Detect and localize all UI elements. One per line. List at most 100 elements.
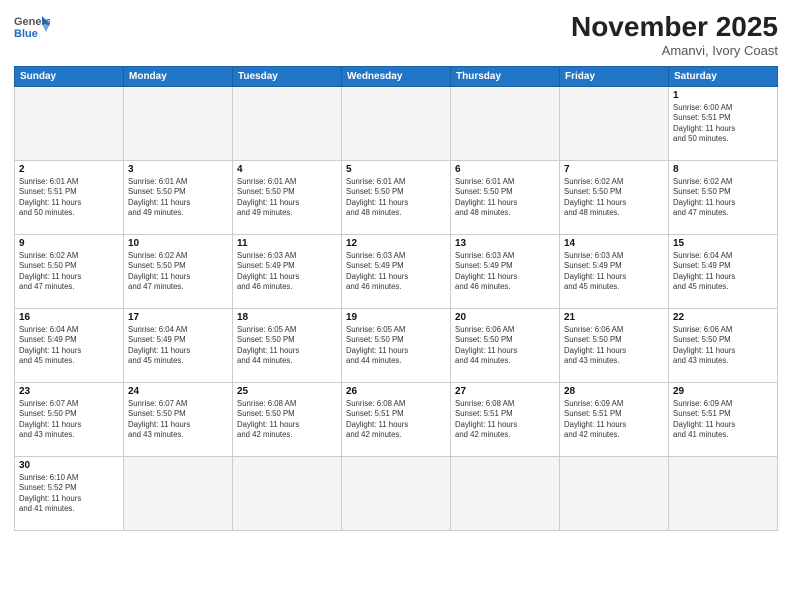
week-row-2: 9Sunrise: 6:02 AM Sunset: 5:50 PM Daylig…	[15, 234, 778, 308]
day-info: Sunrise: 6:09 AM Sunset: 5:51 PM Dayligh…	[564, 399, 664, 441]
day-info: Sunrise: 6:01 AM Sunset: 5:50 PM Dayligh…	[455, 177, 555, 219]
day-info: Sunrise: 6:08 AM Sunset: 5:50 PM Dayligh…	[237, 399, 337, 441]
day-info: Sunrise: 6:01 AM Sunset: 5:50 PM Dayligh…	[237, 177, 337, 219]
week-row-5: 30 Sunrise: 6:10 AM Sunset: 5:52 PM Dayli…	[15, 456, 778, 530]
day-number: 12	[346, 238, 446, 249]
calendar-cell: 5 Sunrise: 6:01 AM Sunset: 5:50 PM Daylig…	[342, 160, 451, 234]
header-day-saturday: Saturday	[669, 66, 778, 86]
calendar-cell: 9Sunrise: 6:02 AM Sunset: 5:50 PM Daylig…	[15, 234, 124, 308]
calendar-cell: 18Sunrise: 6:05 AM Sunset: 5:50 PM Dayli…	[233, 308, 342, 382]
day-info: Sunrise: 6:03 AM Sunset: 5:49 PM Dayligh…	[455, 251, 555, 293]
calendar-cell	[233, 86, 342, 160]
calendar-cell	[451, 86, 560, 160]
day-info: Sunrise: 6:06 AM Sunset: 5:50 PM Dayligh…	[455, 325, 555, 367]
day-number: 28	[564, 386, 664, 397]
day-info: Sunrise: 6:02 AM Sunset: 5:50 PM Dayligh…	[128, 251, 228, 293]
day-info: Sunrise: 6:04 AM Sunset: 5:49 PM Dayligh…	[19, 325, 119, 367]
day-number: 15	[673, 238, 773, 249]
header-day-friday: Friday	[560, 66, 669, 86]
calendar-cell: 15Sunrise: 6:04 AM Sunset: 5:49 PM Dayli…	[669, 234, 778, 308]
header-row: SundayMondayTuesdayWednesdayThursdayFrid…	[15, 66, 778, 86]
calendar-cell	[669, 456, 778, 530]
day-info: Sunrise: 6:05 AM Sunset: 5:50 PM Dayligh…	[346, 325, 446, 367]
day-number: 20	[455, 312, 555, 323]
header-day-monday: Monday	[124, 66, 233, 86]
logo-icon: General Blue	[14, 12, 50, 40]
day-info: Sunrise: 6:03 AM Sunset: 5:49 PM Dayligh…	[564, 251, 664, 293]
calendar-cell: 12Sunrise: 6:03 AM Sunset: 5:49 PM Dayli…	[342, 234, 451, 308]
day-number: 5	[346, 164, 446, 175]
day-number: 29	[673, 386, 773, 397]
day-info: Sunrise: 6:09 AM Sunset: 5:51 PM Dayligh…	[673, 399, 773, 441]
calendar-cell: 22Sunrise: 6:06 AM Sunset: 5:50 PM Dayli…	[669, 308, 778, 382]
calendar-cell: 14Sunrise: 6:03 AM Sunset: 5:49 PM Dayli…	[560, 234, 669, 308]
month-title: November 2025	[571, 12, 778, 43]
calendar-cell: 3 Sunrise: 6:01 AM Sunset: 5:50 PM Daylig…	[124, 160, 233, 234]
calendar-cell: 30 Sunrise: 6:10 AM Sunset: 5:52 PM Dayli…	[15, 456, 124, 530]
day-info: Sunrise: 6:01 AM Sunset: 5:50 PM Dayligh…	[346, 177, 446, 219]
day-number: 6	[455, 164, 555, 175]
day-info: Sunrise: 6:02 AM Sunset: 5:50 PM Dayligh…	[564, 177, 664, 219]
calendar-cell	[560, 456, 669, 530]
calendar-cell: 13Sunrise: 6:03 AM Sunset: 5:49 PM Dayli…	[451, 234, 560, 308]
day-info: Sunrise: 6:08 AM Sunset: 5:51 PM Dayligh…	[455, 399, 555, 441]
calendar-cell	[233, 456, 342, 530]
day-number: 16	[19, 312, 119, 323]
day-number: 25	[237, 386, 337, 397]
day-number: 10	[128, 238, 228, 249]
day-number: 1	[673, 90, 773, 101]
day-number: 19	[346, 312, 446, 323]
calendar-cell: 21 Sunrise: 6:06 AM Sunset: 5:50 PM Dayli…	[560, 308, 669, 382]
calendar-cell	[124, 86, 233, 160]
calendar-cell: 25 Sunrise: 6:08 AM Sunset: 5:50 PM Dayli…	[233, 382, 342, 456]
day-number: 26	[346, 386, 446, 397]
day-info: Sunrise: 6:06 AM Sunset: 5:50 PM Dayligh…	[564, 325, 664, 367]
calendar-cell: 26 Sunrise: 6:08 AM Sunset: 5:51 PM Dayli…	[342, 382, 451, 456]
day-info: Sunrise: 6:04 AM Sunset: 5:49 PM Dayligh…	[128, 325, 228, 367]
calendar-cell: 19 Sunrise: 6:05 AM Sunset: 5:50 PM Dayli…	[342, 308, 451, 382]
calendar-cell	[15, 86, 124, 160]
day-info: Sunrise: 6:07 AM Sunset: 5:50 PM Dayligh…	[128, 399, 228, 441]
calendar-cell: 28 Sunrise: 6:09 AM Sunset: 5:51 PM Dayli…	[560, 382, 669, 456]
calendar-cell: 10 Sunrise: 6:02 AM Sunset: 5:50 PM Dayli…	[124, 234, 233, 308]
calendar-cell: 23Sunrise: 6:07 AM Sunset: 5:50 PM Dayli…	[15, 382, 124, 456]
day-number: 4	[237, 164, 337, 175]
week-row-0: 1Sunrise: 6:00 AM Sunset: 5:51 PM Daylig…	[15, 86, 778, 160]
day-number: 30	[19, 460, 119, 471]
calendar-cell: 7 Sunrise: 6:02 AM Sunset: 5:50 PM Daylig…	[560, 160, 669, 234]
calendar-cell: 16 Sunrise: 6:04 AM Sunset: 5:49 PM Dayli…	[15, 308, 124, 382]
calendar-cell: 1Sunrise: 6:00 AM Sunset: 5:51 PM Daylig…	[669, 86, 778, 160]
day-number: 3	[128, 164, 228, 175]
day-number: 27	[455, 386, 555, 397]
calendar-cell: 17 Sunrise: 6:04 AM Sunset: 5:49 PM Dayli…	[124, 308, 233, 382]
subtitle: Amanvi, Ivory Coast	[571, 43, 778, 58]
day-number: 21	[564, 312, 664, 323]
day-number: 11	[237, 238, 337, 249]
day-info: Sunrise: 6:10 AM Sunset: 5:52 PM Dayligh…	[19, 473, 119, 515]
calendar-cell	[342, 86, 451, 160]
day-info: Sunrise: 6:02 AM Sunset: 5:50 PM Dayligh…	[19, 251, 119, 293]
calendar-cell: 20 Sunrise: 6:06 AM Sunset: 5:50 PM Dayli…	[451, 308, 560, 382]
calendar-header: SundayMondayTuesdayWednesdayThursdayFrid…	[15, 66, 778, 86]
day-number: 17	[128, 312, 228, 323]
calendar-table: SundayMondayTuesdayWednesdayThursdayFrid…	[14, 66, 778, 531]
day-info: Sunrise: 6:03 AM Sunset: 5:49 PM Dayligh…	[237, 251, 337, 293]
calendar-page: General Blue November 2025 Amanvi, Ivory…	[0, 0, 792, 612]
day-info: Sunrise: 6:08 AM Sunset: 5:51 PM Dayligh…	[346, 399, 446, 441]
day-number: 7	[564, 164, 664, 175]
calendar-cell	[451, 456, 560, 530]
week-row-3: 16 Sunrise: 6:04 AM Sunset: 5:49 PM Dayli…	[15, 308, 778, 382]
calendar-body: 1Sunrise: 6:00 AM Sunset: 5:51 PM Daylig…	[15, 86, 778, 530]
calendar-cell: 27 Sunrise: 6:08 AM Sunset: 5:51 PM Dayli…	[451, 382, 560, 456]
day-number: 22	[673, 312, 773, 323]
calendar-cell: 2Sunrise: 6:01 AM Sunset: 5:51 PM Daylig…	[15, 160, 124, 234]
header-day-thursday: Thursday	[451, 66, 560, 86]
week-row-4: 23Sunrise: 6:07 AM Sunset: 5:50 PM Dayli…	[15, 382, 778, 456]
calendar-cell: 11 Sunrise: 6:03 AM Sunset: 5:49 PM Dayli…	[233, 234, 342, 308]
logo: General Blue	[14, 12, 50, 40]
calendar-cell: 29 Sunrise: 6:09 AM Sunset: 5:51 PM Dayli…	[669, 382, 778, 456]
calendar-cell	[342, 456, 451, 530]
day-number: 8	[673, 164, 773, 175]
calendar-cell: 8Sunrise: 6:02 AM Sunset: 5:50 PM Daylig…	[669, 160, 778, 234]
day-info: Sunrise: 6:01 AM Sunset: 5:50 PM Dayligh…	[128, 177, 228, 219]
